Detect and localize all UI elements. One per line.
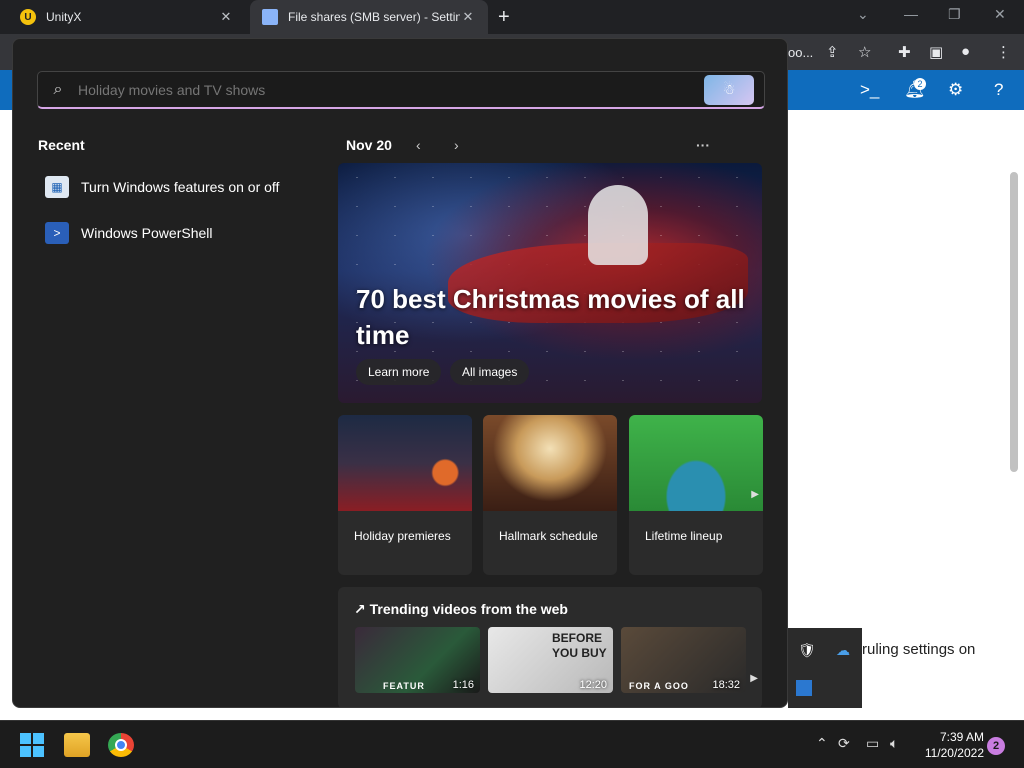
hero-card[interactable]: 70 best Christmas movies of all time Lea… [338, 163, 762, 403]
tab-title: UnityX [46, 10, 82, 24]
feed-date: Nov 20 [346, 137, 392, 153]
video-overlay-text: BEFORE YOU BUY [552, 631, 607, 660]
video-thumb[interactable]: BEFORE YOU BUY 12:20 [488, 627, 613, 693]
search-box[interactable]: ⌕ ☃ [37, 71, 765, 109]
recent-item-windows-features[interactable]: ▦ Turn Windows features on or off [45, 173, 279, 201]
close-tab-icon[interactable]: ✕ [218, 9, 234, 25]
notification-center-badge[interactable]: 2 [987, 737, 1005, 755]
page-scrollbar[interactable] [1008, 156, 1020, 716]
card-holiday-premieres[interactable]: Holiday premieres [338, 415, 472, 575]
browser-menu-icon[interactable]: ⋮ [996, 43, 1011, 61]
video-duration: 18:32 [712, 679, 740, 691]
windows-start-icon[interactable] [20, 733, 46, 757]
page-partial-text: ruling settings on [862, 641, 976, 658]
sync-icon[interactable]: ⟳ [838, 735, 850, 752]
app-tray-icon[interactable] [796, 680, 812, 696]
clock-date: 11/20/2022 [924, 746, 984, 760]
gear-icon[interactable]: ⚙ [948, 80, 963, 100]
feed-date-row: Nov 20 ‹ › ··· [346, 137, 766, 157]
new-tab-button[interactable]: + [498, 6, 510, 29]
recent-heading: Recent [38, 137, 85, 153]
card-hallmark-schedule[interactable]: Hallmark schedule [483, 415, 617, 575]
windows-features-icon: ▦ [45, 176, 69, 198]
minimize-icon[interactable]: — [904, 6, 918, 22]
search-icon: ⌕ [53, 80, 63, 98]
next-chevron-icon[interactable]: › [454, 137, 459, 153]
learn-more-button[interactable]: Learn more [356, 359, 442, 385]
browser-tab-bar: U UnityX ✕ File shares (SMB server) - Se… [0, 0, 1024, 34]
volume-icon[interactable]: 🔈︎ [890, 735, 898, 752]
close-tab-icon[interactable]: ✕ [460, 9, 476, 25]
more-options-icon[interactable]: ··· [696, 137, 710, 153]
help-icon[interactable]: ? [994, 80, 1003, 100]
terminal-icon[interactable]: >_ [860, 80, 879, 100]
card-image [483, 415, 617, 511]
card-image [629, 415, 763, 511]
share-icon[interactable]: ⇪ [826, 43, 839, 61]
side-panel-icon[interactable]: ▣ [929, 43, 943, 61]
hero-image-figure [588, 185, 648, 265]
file-explorer-icon[interactable] [64, 733, 90, 757]
video-duration: 1:16 [452, 679, 474, 691]
recent-item-label: Turn Windows features on or off [81, 179, 280, 195]
video-overlay-text: FOR A GOO [629, 681, 689, 691]
notification-badge: 2 [914, 78, 926, 90]
search-highlight-icon[interactable]: ☃ [704, 74, 754, 105]
card-image [338, 415, 472, 511]
carousel-next-icon[interactable]: ▶ [750, 673, 758, 684]
carousel-next-icon[interactable]: ▶ [751, 489, 759, 500]
tab-unityx[interactable]: U UnityX ✕ [8, 0, 246, 34]
recent-item-label: Windows PowerShell [81, 225, 213, 241]
unityx-icon: U [20, 9, 36, 25]
hero-title[interactable]: 70 best Christmas movies of all time [356, 281, 746, 353]
omnibox-url-tail[interactable]: oo... [788, 45, 813, 60]
taskbar-clock[interactable]: 7:39 AM 11/20/2022 [914, 729, 984, 761]
trending-heading[interactable]: ↗ Trending videos from the web [354, 601, 568, 618]
close-window-icon[interactable]: ✕ [994, 6, 1006, 23]
video-overlay-text: FEATUR [383, 681, 425, 691]
tab-file-shares[interactable]: File shares (SMB server) - Setting ✕ [250, 0, 488, 34]
video-thumb[interactable]: FEATUR 1:16 [355, 627, 480, 693]
card-label: Lifetime lineup [645, 529, 723, 543]
defender-warning-icon[interactable]: 🛡︎ [798, 642, 816, 659]
video-thumb[interactable]: FOR A GOO 18:32 [621, 627, 746, 693]
network-icon[interactable]: ▭ [866, 735, 879, 752]
chevron-up-icon[interactable]: ⌃ [816, 735, 828, 752]
all-images-button[interactable]: All images [450, 359, 530, 385]
recent-item-powershell[interactable]: > Windows PowerShell [45, 219, 213, 247]
scrollbar-thumb[interactable] [1010, 172, 1018, 472]
extensions-puzzle-icon[interactable]: ✚ [898, 43, 911, 61]
card-label: Hallmark schedule [499, 529, 598, 543]
profile-avatar-icon[interactable]: ● [961, 43, 970, 60]
tab-title: File shares (SMB server) - Setting [288, 10, 460, 24]
tray-overflow-popup: 🛡︎ ☁ [788, 628, 862, 708]
chrome-icon[interactable] [108, 733, 134, 757]
clock-time: 7:39 AM [939, 730, 984, 744]
settings-page-icon [262, 9, 278, 25]
trending-videos-section: ↗ Trending videos from the web FEATUR 1:… [338, 587, 762, 707]
card-lifetime-lineup[interactable]: Lifetime lineup ▶ [629, 415, 763, 575]
card-label: Holiday premieres [354, 529, 451, 543]
prev-chevron-icon[interactable]: ‹ [416, 137, 421, 153]
search-input[interactable] [78, 74, 704, 105]
powershell-icon: > [45, 222, 69, 244]
windows-search-panel: ⌕ ☃ Recent ▦ Turn Windows features on or… [12, 38, 788, 708]
video-duration: 12:20 [579, 679, 607, 691]
tab-search-icon[interactable]: ⌄ [857, 6, 869, 23]
onedrive-icon[interactable]: ☁ [836, 642, 850, 659]
bookmark-star-icon[interactable]: ☆ [858, 43, 871, 61]
restore-icon[interactable]: ❐ [948, 6, 961, 23]
taskbar: ⌃ ⟳ ▭ 🔈︎ 7:39 AM 11/20/2022 2 [0, 720, 1024, 768]
